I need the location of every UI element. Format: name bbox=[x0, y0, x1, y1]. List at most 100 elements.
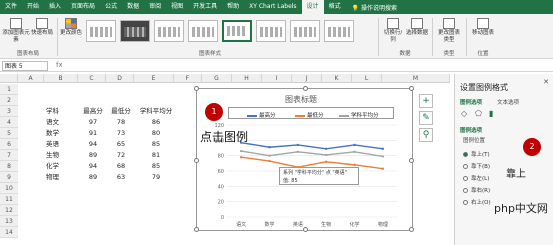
column-header-a[interactable]: A bbox=[18, 74, 44, 83]
column-header-c[interactable]: C bbox=[78, 74, 106, 83]
tab-legend-options[interactable]: 图例选项 bbox=[460, 98, 482, 106]
table-cell[interactable]: 89 bbox=[80, 150, 106, 161]
table-cell[interactable]: 65 bbox=[108, 139, 134, 150]
column-header-h[interactable]: H bbox=[232, 74, 262, 83]
row-header[interactable]: 7 bbox=[0, 150, 18, 161]
table-cell[interactable]: 94 bbox=[80, 139, 106, 150]
radio-bottom[interactable]: 靠下(B) bbox=[463, 162, 490, 170]
row-header[interactable]: 1 bbox=[0, 84, 18, 95]
row-header[interactable]: 5 bbox=[0, 128, 18, 139]
chart-style-5[interactable] bbox=[222, 20, 252, 42]
chart-style-8[interactable] bbox=[324, 20, 354, 42]
name-box[interactable]: 图表 5 bbox=[2, 61, 48, 71]
column-header-e[interactable]: E bbox=[134, 74, 174, 83]
column-header-g[interactable]: G bbox=[202, 74, 232, 83]
radio-left[interactable]: 靠左(L) bbox=[463, 174, 489, 182]
table-cell[interactable]: 97 bbox=[80, 117, 106, 128]
tab-file[interactable]: 文件 bbox=[0, 0, 22, 14]
tab-page-layout[interactable]: 页面布局 bbox=[66, 0, 100, 14]
legend-options-icon[interactable]: ▮ bbox=[489, 109, 493, 118]
column-header-k[interactable]: K bbox=[322, 74, 352, 83]
tab-data[interactable]: 数据 bbox=[122, 0, 144, 14]
table-cell[interactable]: 化学 bbox=[46, 161, 59, 172]
table-cell[interactable]: 73 bbox=[108, 128, 134, 139]
effects-icon[interactable]: ⬠ bbox=[475, 109, 482, 118]
tab-xy-chart-labels[interactable]: XY Chart Labels bbox=[244, 0, 301, 14]
row-header[interactable]: 2 bbox=[0, 95, 18, 106]
column-header-m[interactable]: M bbox=[382, 74, 450, 83]
chart-filters-button[interactable]: ⚲ bbox=[419, 128, 433, 142]
radio-right[interactable]: 靠右(R) bbox=[463, 186, 490, 194]
table-cell[interactable]: 语文 bbox=[46, 117, 59, 128]
table-cell[interactable]: 94 bbox=[80, 161, 106, 172]
table-cell[interactable]: 生物 bbox=[46, 150, 59, 161]
tab-developer[interactable]: 开发工具 bbox=[188, 0, 222, 14]
row-header[interactable]: 11 bbox=[0, 194, 18, 205]
column-header-j[interactable]: J bbox=[292, 74, 322, 83]
chart-style-6[interactable] bbox=[256, 20, 286, 42]
chart-style-3[interactable] bbox=[154, 20, 184, 42]
row-header[interactable]: 14 bbox=[0, 227, 18, 238]
tab-insert[interactable]: 插入 bbox=[44, 0, 66, 14]
row-header[interactable]: 8 bbox=[0, 161, 18, 172]
select-data-button[interactable]: 选择数据 bbox=[406, 18, 428, 37]
table-cell[interactable]: 物理 bbox=[46, 172, 59, 183]
column-header-b[interactable]: B bbox=[44, 74, 78, 83]
tab-help[interactable]: 帮助 bbox=[222, 0, 244, 14]
tab-home[interactable]: 开始 bbox=[22, 0, 44, 14]
table-cell[interactable]: 79 bbox=[136, 172, 176, 183]
table-cell[interactable]: 86 bbox=[136, 117, 176, 128]
table-cell[interactable]: 85 bbox=[136, 161, 176, 172]
row-header[interactable]: 9 bbox=[0, 172, 18, 183]
table-cell[interactable]: 英语 bbox=[46, 139, 59, 150]
table-header-min[interactable]: 最低分 bbox=[108, 106, 134, 117]
row-header[interactable]: 13 bbox=[0, 216, 18, 227]
tell-me-search[interactable]: 💡 操作说明搜索 bbox=[352, 3, 397, 12]
change-chart-type-button[interactable]: 更改图表类型 bbox=[436, 18, 462, 44]
tab-format[interactable]: 格式 bbox=[324, 0, 346, 14]
fill-icon[interactable]: ◇ bbox=[461, 109, 467, 118]
quick-layout-button[interactable]: 快速布局 bbox=[30, 18, 54, 37]
tab-view[interactable]: 视图 bbox=[166, 0, 188, 14]
table-cell[interactable]: 78 bbox=[108, 117, 134, 128]
tab-text-options[interactable]: 文本选项 bbox=[497, 98, 519, 106]
radio-top[interactable]: 靠上(T) bbox=[463, 150, 490, 158]
column-header-i[interactable]: I bbox=[262, 74, 292, 83]
table-cell[interactable]: 80 bbox=[136, 128, 176, 139]
row-header[interactable]: 4 bbox=[0, 117, 18, 128]
column-header-l[interactable]: L bbox=[352, 74, 382, 83]
table-cell[interactable]: 数学 bbox=[46, 128, 59, 139]
row-header[interactable]: 12 bbox=[0, 205, 18, 216]
tab-review[interactable]: 审阅 bbox=[144, 0, 166, 14]
row-header[interactable]: 6 bbox=[0, 139, 18, 150]
column-header-d[interactable]: D bbox=[106, 74, 134, 83]
table-cell[interactable]: 63 bbox=[108, 172, 134, 183]
radio-top-right[interactable]: 右上(O) bbox=[463, 198, 491, 206]
table-header-avg[interactable]: 学科平均分 bbox=[136, 106, 176, 117]
table-cell[interactable]: 91 bbox=[80, 128, 106, 139]
chart-style-4[interactable] bbox=[188, 20, 218, 42]
select-all-corner[interactable] bbox=[0, 74, 18, 83]
column-header-f[interactable]: F bbox=[174, 74, 202, 83]
row-header[interactable]: 3 bbox=[0, 106, 18, 117]
chart-style-2[interactable] bbox=[120, 20, 150, 42]
move-chart-button[interactable]: 移动图表 bbox=[470, 18, 496, 37]
chart-styles-button[interactable]: ✎ bbox=[419, 111, 433, 125]
line-chart[interactable]: 图表标题 最高分 最低分 学科平均分 120 100 80 60 40 20 0 语文 数学英… bbox=[194, 86, 414, 232]
change-colors-button[interactable]: 更改颜色 bbox=[60, 18, 82, 37]
table-cell[interactable]: 72 bbox=[108, 150, 134, 161]
row-header[interactable]: 10 bbox=[0, 183, 18, 194]
chart-style-1[interactable] bbox=[86, 20, 116, 42]
tab-formulas[interactable]: 公式 bbox=[100, 0, 122, 14]
table-cell[interactable]: 68 bbox=[108, 161, 134, 172]
table-header-max[interactable]: 最高分 bbox=[80, 106, 106, 117]
chart-style-7[interactable] bbox=[290, 20, 320, 42]
table-cell[interactable]: 81 bbox=[136, 150, 176, 161]
switch-row-column-button[interactable]: 切换行/列 bbox=[382, 18, 404, 44]
tab-design[interactable]: 设计 bbox=[301, 0, 324, 14]
section-legend-options[interactable]: 图例选项 bbox=[460, 126, 482, 134]
table-cell[interactable]: 85 bbox=[136, 139, 176, 150]
close-icon[interactable]: ✕ bbox=[543, 78, 549, 86]
table-cell[interactable]: 89 bbox=[80, 172, 106, 183]
table-header-subject[interactable]: 学科 bbox=[46, 106, 59, 117]
